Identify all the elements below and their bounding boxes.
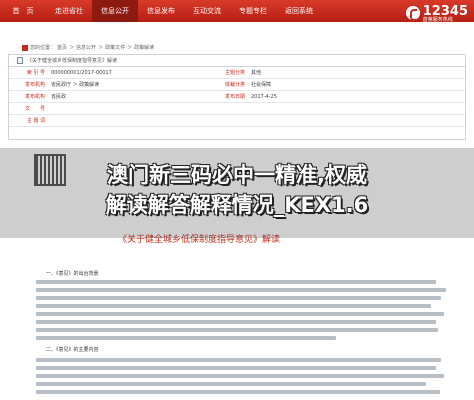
document-icon — [17, 57, 23, 64]
nav-item-info-release[interactable]: 信息发布 — [138, 0, 184, 22]
breadcrumb-policy-files[interactable]: 政策文件 — [105, 44, 125, 51]
breadcrumb-prefix: 您的位置： — [30, 45, 56, 51]
phone-icon — [405, 5, 420, 21]
document-info-box: 《关于健全城乡低保制度指导意见》解读 索 引 号 000000001/2017-… — [8, 54, 466, 140]
info-label: 文 号 — [24, 106, 45, 112]
info-label: 体裁分类 — [224, 82, 245, 88]
info-label: 发布日期 — [224, 94, 245, 100]
paragraph-line — [36, 320, 436, 324]
section-heading: 二、《意见》的主要内容 — [46, 347, 99, 353]
info-box-title: 《关于健全城乡低保制度指导意见》解读 — [27, 58, 118, 64]
info-row: 文 号 — [9, 103, 465, 115]
section-heading: 一、《意见》的出台背景 — [46, 271, 99, 277]
info-label: 发布机构 — [24, 94, 45, 100]
info-row: 发布机构 省民政 发布日期 2017-4-25 — [9, 91, 465, 103]
paragraph-line — [36, 288, 446, 292]
breadcrumb-policy-interpretation[interactable]: 政策解读 — [134, 44, 154, 51]
breadcrumb-sep: ＞ — [69, 45, 75, 51]
info-value: 社会保障 — [251, 82, 272, 88]
paragraph-line — [36, 296, 441, 300]
breadcrumb-home[interactable]: 首页 — [57, 44, 67, 51]
nav-item-about[interactable]: 走进省社 — [46, 0, 92, 22]
paragraph-line — [36, 390, 440, 394]
nav-item-info-public[interactable]: 信息公开 — [92, 0, 138, 22]
breadcrumb-info-public[interactable]: 信息公开 — [76, 44, 96, 51]
info-row: 发布机构 省民政厅 ＞ 政策解读 体裁分类 社会保障 — [9, 79, 465, 91]
headline-line-2: 解读解答解释情况_KEX1.6 — [105, 193, 369, 217]
paragraph-line — [36, 336, 336, 340]
paragraph-line — [36, 358, 441, 362]
home-icon — [22, 44, 28, 51]
paragraph-line — [36, 304, 431, 308]
info-label: 索 引 号 — [26, 70, 45, 76]
info-row: 主 题 词 — [9, 115, 465, 127]
nav-item-interaction[interactable]: 互动交流 — [184, 0, 230, 22]
info-value: 其他 — [251, 70, 262, 76]
info-value: 000000001/2017-00017 — [51, 69, 112, 76]
paragraph-line — [36, 374, 444, 378]
info-value: 省民政厅 ＞ 政策解读 — [51, 82, 100, 88]
info-box-header: 《关于健全城乡低保制度指导意见》解读 — [9, 55, 465, 67]
top-navigation: 首 页 走进省社 信息公开 信息发布 互动交流 专题专栏 返回系统 12345 … — [0, 0, 474, 23]
paragraph-line — [36, 382, 426, 386]
info-label: 主题分类 — [224, 70, 245, 76]
headline-line-1: 澳门新三码必中一精准,权威 — [107, 163, 367, 187]
paragraph-line — [36, 366, 436, 370]
info-value: 2017-4-25 — [251, 93, 277, 100]
paragraph-line — [36, 328, 438, 332]
paragraph-line — [36, 280, 436, 284]
info-label: 主 题 词 — [26, 118, 45, 124]
info-value: 省民政 — [51, 94, 67, 100]
breadcrumb-sep: ＞ — [98, 45, 104, 51]
nav-item-return[interactable]: 返回系统 — [276, 0, 322, 22]
breadcrumb-sep: ＞ — [127, 45, 133, 51]
info-label: 发布机构 — [24, 82, 45, 88]
headline-banner: 澳门新三码必中一精准,权威 解读解答解释情况_KEX1.6 — [0, 160, 474, 220]
breadcrumb: 您的位置： 首页 ＞ 信息公开 ＞ 政策文件 ＞ 政策解读 — [22, 44, 154, 51]
nav-item-home[interactable]: 首 页 — [0, 0, 46, 22]
info-row: 索 引 号 000000001/2017-00017 主题分类 其他 — [9, 67, 465, 79]
hotline-badge: 12345 首席服务热线 — [405, 2, 468, 23]
paragraph-line — [36, 312, 444, 316]
nav-item-topics[interactable]: 专题专栏 — [230, 0, 276, 22]
